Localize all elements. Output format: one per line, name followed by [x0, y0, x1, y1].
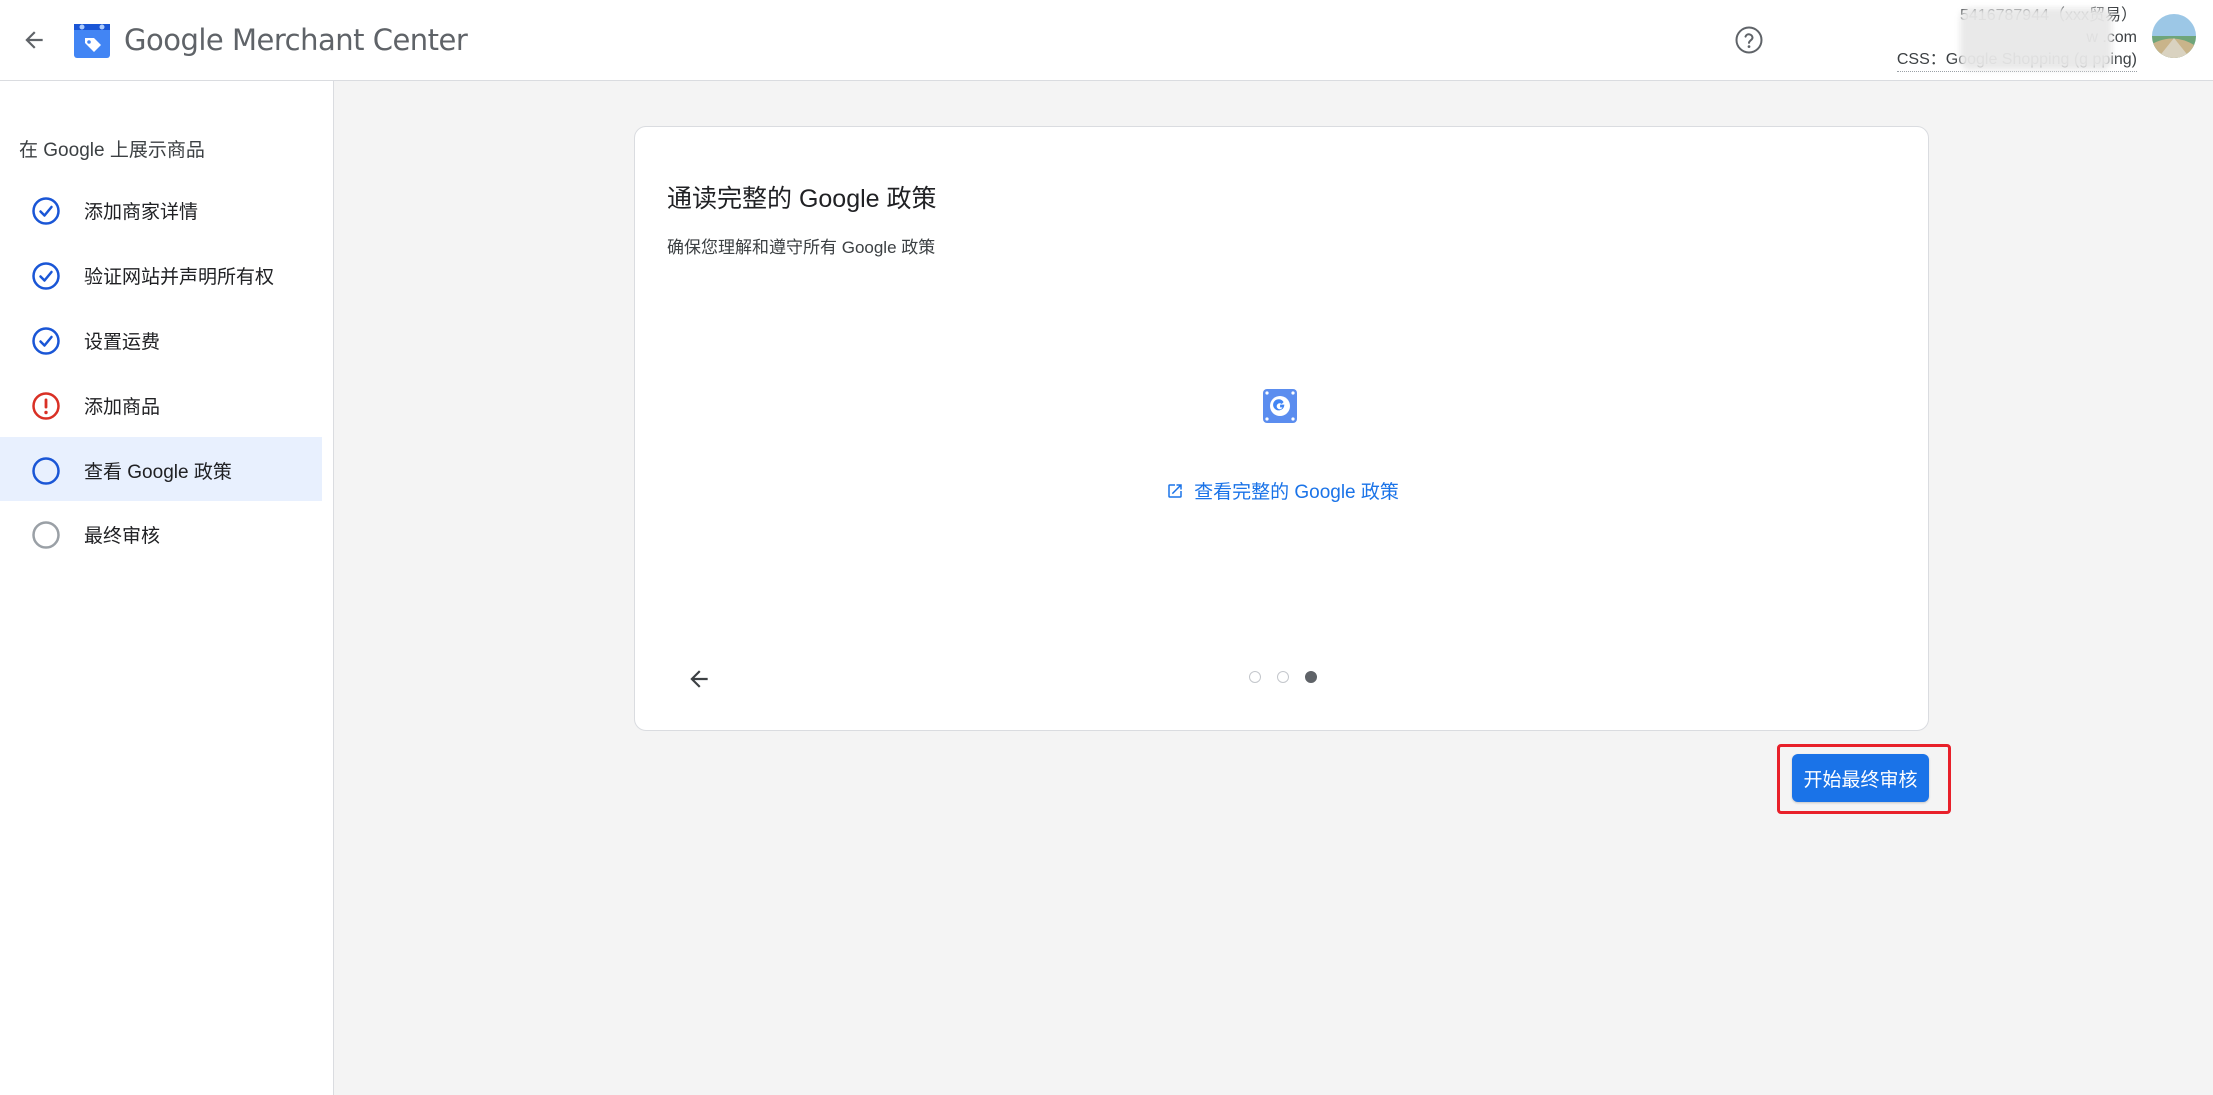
step-label: 验证网站并声明所有权	[84, 267, 275, 288]
carousel-dot[interactable]	[1276, 671, 1289, 683]
carousel-dot[interactable]	[1248, 671, 1261, 683]
step-label: 查看 Google 政策	[84, 462, 232, 483]
brand[interactable]: Google Merchant Center	[72, 16, 468, 64]
pending-circle-icon	[32, 521, 60, 549]
error-circle-icon	[32, 392, 60, 420]
back-arrow-icon[interactable]	[12, 18, 56, 62]
check-circle-icon	[32, 262, 60, 290]
step-label: 最终审核	[84, 526, 161, 547]
avatar[interactable]	[2152, 14, 2196, 58]
step-verify-website[interactable]: 验证网站并声明所有权	[0, 242, 322, 306]
merchant-center-logo-icon	[74, 24, 110, 58]
start-final-review-button[interactable]: 开始最终审核	[1792, 754, 1929, 802]
carousel-indicator	[635, 671, 1930, 683]
google-policy-icon	[1263, 389, 1297, 423]
step-final-review[interactable]: 最终审核	[0, 501, 322, 565]
step-shipping[interactable]: 设置运费	[0, 307, 322, 371]
check-circle-icon	[32, 197, 60, 225]
top-app-bar: Google Merchant Center 5416787944（xxx贸易）…	[0, 0, 2213, 81]
step-label: 添加商家详情	[84, 202, 199, 223]
link-label: 查看完整的 Google 政策	[1194, 482, 1399, 503]
carousel-dot-current[interactable]	[1304, 671, 1317, 683]
current-step-circle-icon	[32, 457, 60, 485]
step-review-policies[interactable]: 查看 Google 政策	[0, 437, 322, 501]
step-label: 设置运费	[84, 332, 161, 353]
help-icon[interactable]	[1727, 18, 1771, 62]
app-title: Google Merchant Center	[124, 23, 468, 57]
card-subtitle: 确保您理解和遵守所有 Google 政策	[667, 238, 936, 257]
setup-sidebar: 在 Google 上展示商品 添加商家详情 验证网站并声明所有权 设置运费 添加…	[0, 81, 334, 1095]
step-add-business-details[interactable]: 添加商家详情	[0, 177, 322, 241]
card-title: 通读完整的 Google 政策	[667, 185, 937, 213]
step-label: 添加商品	[84, 397, 161, 418]
redaction-mask	[1960, 8, 2112, 70]
open-in-new-icon	[1168, 483, 1182, 498]
view-google-policies-link[interactable]: 查看完整的 Google 政策	[635, 477, 1930, 504]
policy-card: 通读完整的 Google 政策 确保您理解和遵守所有 Google 政策 查看完…	[634, 126, 1929, 731]
step-add-products[interactable]: 添加商品	[0, 372, 322, 436]
check-circle-icon	[32, 327, 60, 355]
sidebar-heading: 在 Google 上展示商品	[19, 140, 205, 161]
